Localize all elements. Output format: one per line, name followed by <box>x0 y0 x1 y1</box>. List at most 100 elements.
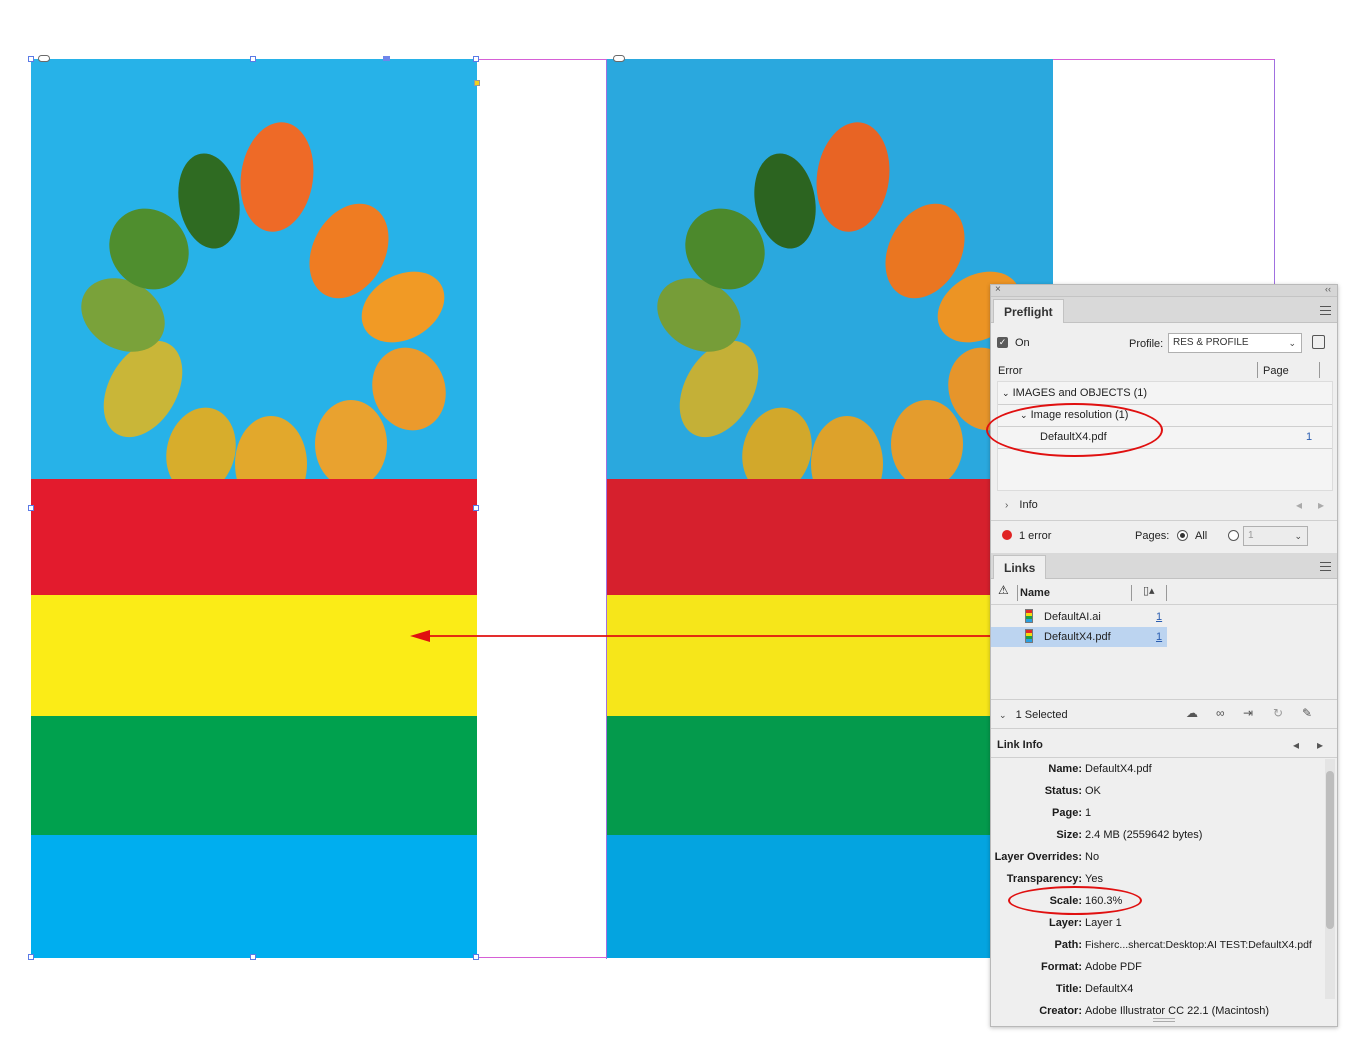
profile-label: Profile: <box>1129 338 1164 350</box>
link-badge-icon <box>613 55 625 62</box>
link-thumbnail <box>1025 609 1033 623</box>
info-label: Info <box>1019 499 1038 511</box>
column-divider <box>1166 585 1167 601</box>
link-page[interactable]: 1 <box>1156 631 1162 643</box>
field-key: Title: <box>1055 983 1082 995</box>
page-column-icon[interactable]: ▯▴ <box>1143 584 1155 597</box>
tree-row-group[interactable]: ⌄ IMAGES and OBJECTS (1) <box>1002 387 1147 399</box>
link-thumbnail <box>1025 629 1033 643</box>
next-icon[interactable]: ▸ <box>1318 498 1324 512</box>
link-page[interactable]: 1 <box>1156 611 1162 623</box>
tab-links[interactable]: Links <box>993 555 1047 579</box>
panel-title-strip[interactable]: × ‹‹ <box>991 284 1337 297</box>
close-icon[interactable]: × <box>995 284 1001 295</box>
field-value: DefaultX4.pdf <box>1085 763 1152 775</box>
annotation-ellipse-scale <box>1008 886 1142 915</box>
cloud-link-icon[interactable]: ☁ <box>1186 706 1198 720</box>
selection-handle[interactable] <box>250 56 256 62</box>
field-key: Creator: <box>1039 1005 1082 1017</box>
placed-graphic-left[interactable] <box>31 59 477 958</box>
link-row[interactable]: DefaultAI.ai 1 <box>991 607 1167 627</box>
column-divider <box>1017 585 1018 601</box>
col-name[interactable]: Name <box>1020 587 1050 599</box>
resize-grip-icon[interactable] <box>1153 1018 1175 1022</box>
preflight-tabbar: Preflight <box>991 297 1337 323</box>
link-row-selected[interactable]: DefaultX4.pdf 1 <box>991 627 1167 647</box>
text-frame-port[interactable] <box>474 80 480 86</box>
column-divider <box>1131 585 1132 601</box>
pages-all-label: All <box>1195 530 1208 542</box>
preflight-on-checkbox[interactable]: ✓ <box>997 337 1008 348</box>
field-value: Fisherc...shercat:Desktop:AI TEST:Defaul… <box>1085 939 1312 951</box>
field-value: 2.4 MB (2559642 bytes) <box>1085 829 1203 841</box>
field-value: 1 <box>1085 807 1092 819</box>
tab-preflight[interactable]: Preflight <box>993 299 1064 323</box>
col-error: Error <box>998 365 1023 377</box>
chevron-right-icon: › <box>1005 500 1009 511</box>
collapse-panel-icon[interactable]: ‹‹ <box>1325 284 1331 294</box>
link-name: DefaultX4.pdf <box>1044 631 1111 643</box>
field-key: Name: <box>1048 763 1082 775</box>
selection-handle[interactable] <box>28 505 34 511</box>
error-item-page[interactable]: 1 <box>1306 431 1312 443</box>
info-row[interactable]: › Info <box>1005 499 1038 511</box>
divider <box>991 699 1337 700</box>
previous-icon[interactable]: ◂ <box>1293 738 1299 752</box>
chevron-down-icon: ⌄ <box>1288 338 1296 348</box>
selection-handle[interactable] <box>473 56 479 62</box>
go-to-link-icon[interactable]: ⇥ <box>1243 706 1253 720</box>
selection-handle[interactable] <box>473 954 479 960</box>
field-key: Size: <box>1056 829 1082 841</box>
field-key: Format: <box>1041 961 1082 973</box>
links-tabbar: Links <box>991 553 1337 579</box>
selection-handle[interactable] <box>28 954 34 960</box>
pages-range-radio[interactable] <box>1228 530 1239 541</box>
selection-handle[interactable] <box>250 954 256 960</box>
content-grabber[interactable] <box>383 56 390 61</box>
links-header: ⚠ Name ▯▴ <box>991 581 1337 605</box>
next-icon[interactable]: ▸ <box>1317 738 1323 752</box>
pages-range-value: 1 <box>1248 530 1254 541</box>
preflight-on-label: On <box>1015 337 1030 349</box>
peppers-image-left <box>31 59 477 958</box>
chevron-down-icon: ⌄ <box>1294 531 1302 541</box>
panel-menu-icon[interactable] <box>1320 306 1331 315</box>
chevron-down-icon: ⌄ <box>1002 388 1010 398</box>
group-label: IMAGES and OBJECTS (1) <box>1012 387 1148 399</box>
field-value: DefaultX4 <box>1085 983 1134 995</box>
field-value: No <box>1085 851 1100 863</box>
pages-all-radio[interactable] <box>1177 530 1188 541</box>
page-edge-guide <box>1274 59 1275 285</box>
link-badge-icon <box>38 55 50 62</box>
scrollbar-thumb[interactable] <box>1326 771 1334 929</box>
define-profiles-icon[interactable] <box>1312 335 1325 349</box>
field-key: Transparency: <box>1006 873 1082 885</box>
field-value: Adobe Illustrator CC 22.1 (Macintosh) <box>1085 1005 1270 1017</box>
field-value: Layer 1 <box>1085 917 1122 929</box>
panel-menu-icon[interactable] <box>1320 562 1331 571</box>
field-key: Layer: <box>1048 917 1082 929</box>
column-divider <box>1319 362 1320 378</box>
field-key: Layer Overrides: <box>994 851 1082 863</box>
edit-original-icon[interactable]: ✎ <box>1302 706 1312 720</box>
link-info-title[interactable]: Link Info <box>997 739 1043 751</box>
selected-count: 1 Selected <box>1015 709 1068 721</box>
selection-handle[interactable] <box>28 56 34 62</box>
update-link-icon[interactable]: ↻ <box>1273 706 1283 720</box>
field-value: Adobe PDF <box>1085 961 1142 973</box>
link-name: DefaultAI.ai <box>1044 611 1101 623</box>
annotation-ellipse-image-resolution <box>986 403 1163 457</box>
field-value: Yes <box>1085 873 1103 885</box>
pages-range-field[interactable]: 1 ⌄ <box>1243 526 1308 546</box>
warning-icon[interactable]: ⚠ <box>998 583 1009 597</box>
previous-icon[interactable]: ◂ <box>1296 498 1302 512</box>
scrollbar[interactable] <box>1325 759 1335 999</box>
selection-handle[interactable] <box>473 505 479 511</box>
placed-graphic-right[interactable] <box>607 59 1053 958</box>
profile-select[interactable]: RES & PROFILE ⌄ <box>1168 333 1302 353</box>
relink-icon[interactable]: ∞ <box>1216 706 1225 720</box>
selection-toggle[interactable]: ⌄ 1 Selected <box>999 709 1068 721</box>
divider <box>991 520 1337 521</box>
field-key: Status: <box>1044 785 1082 797</box>
annotation-arrow <box>410 630 1000 642</box>
